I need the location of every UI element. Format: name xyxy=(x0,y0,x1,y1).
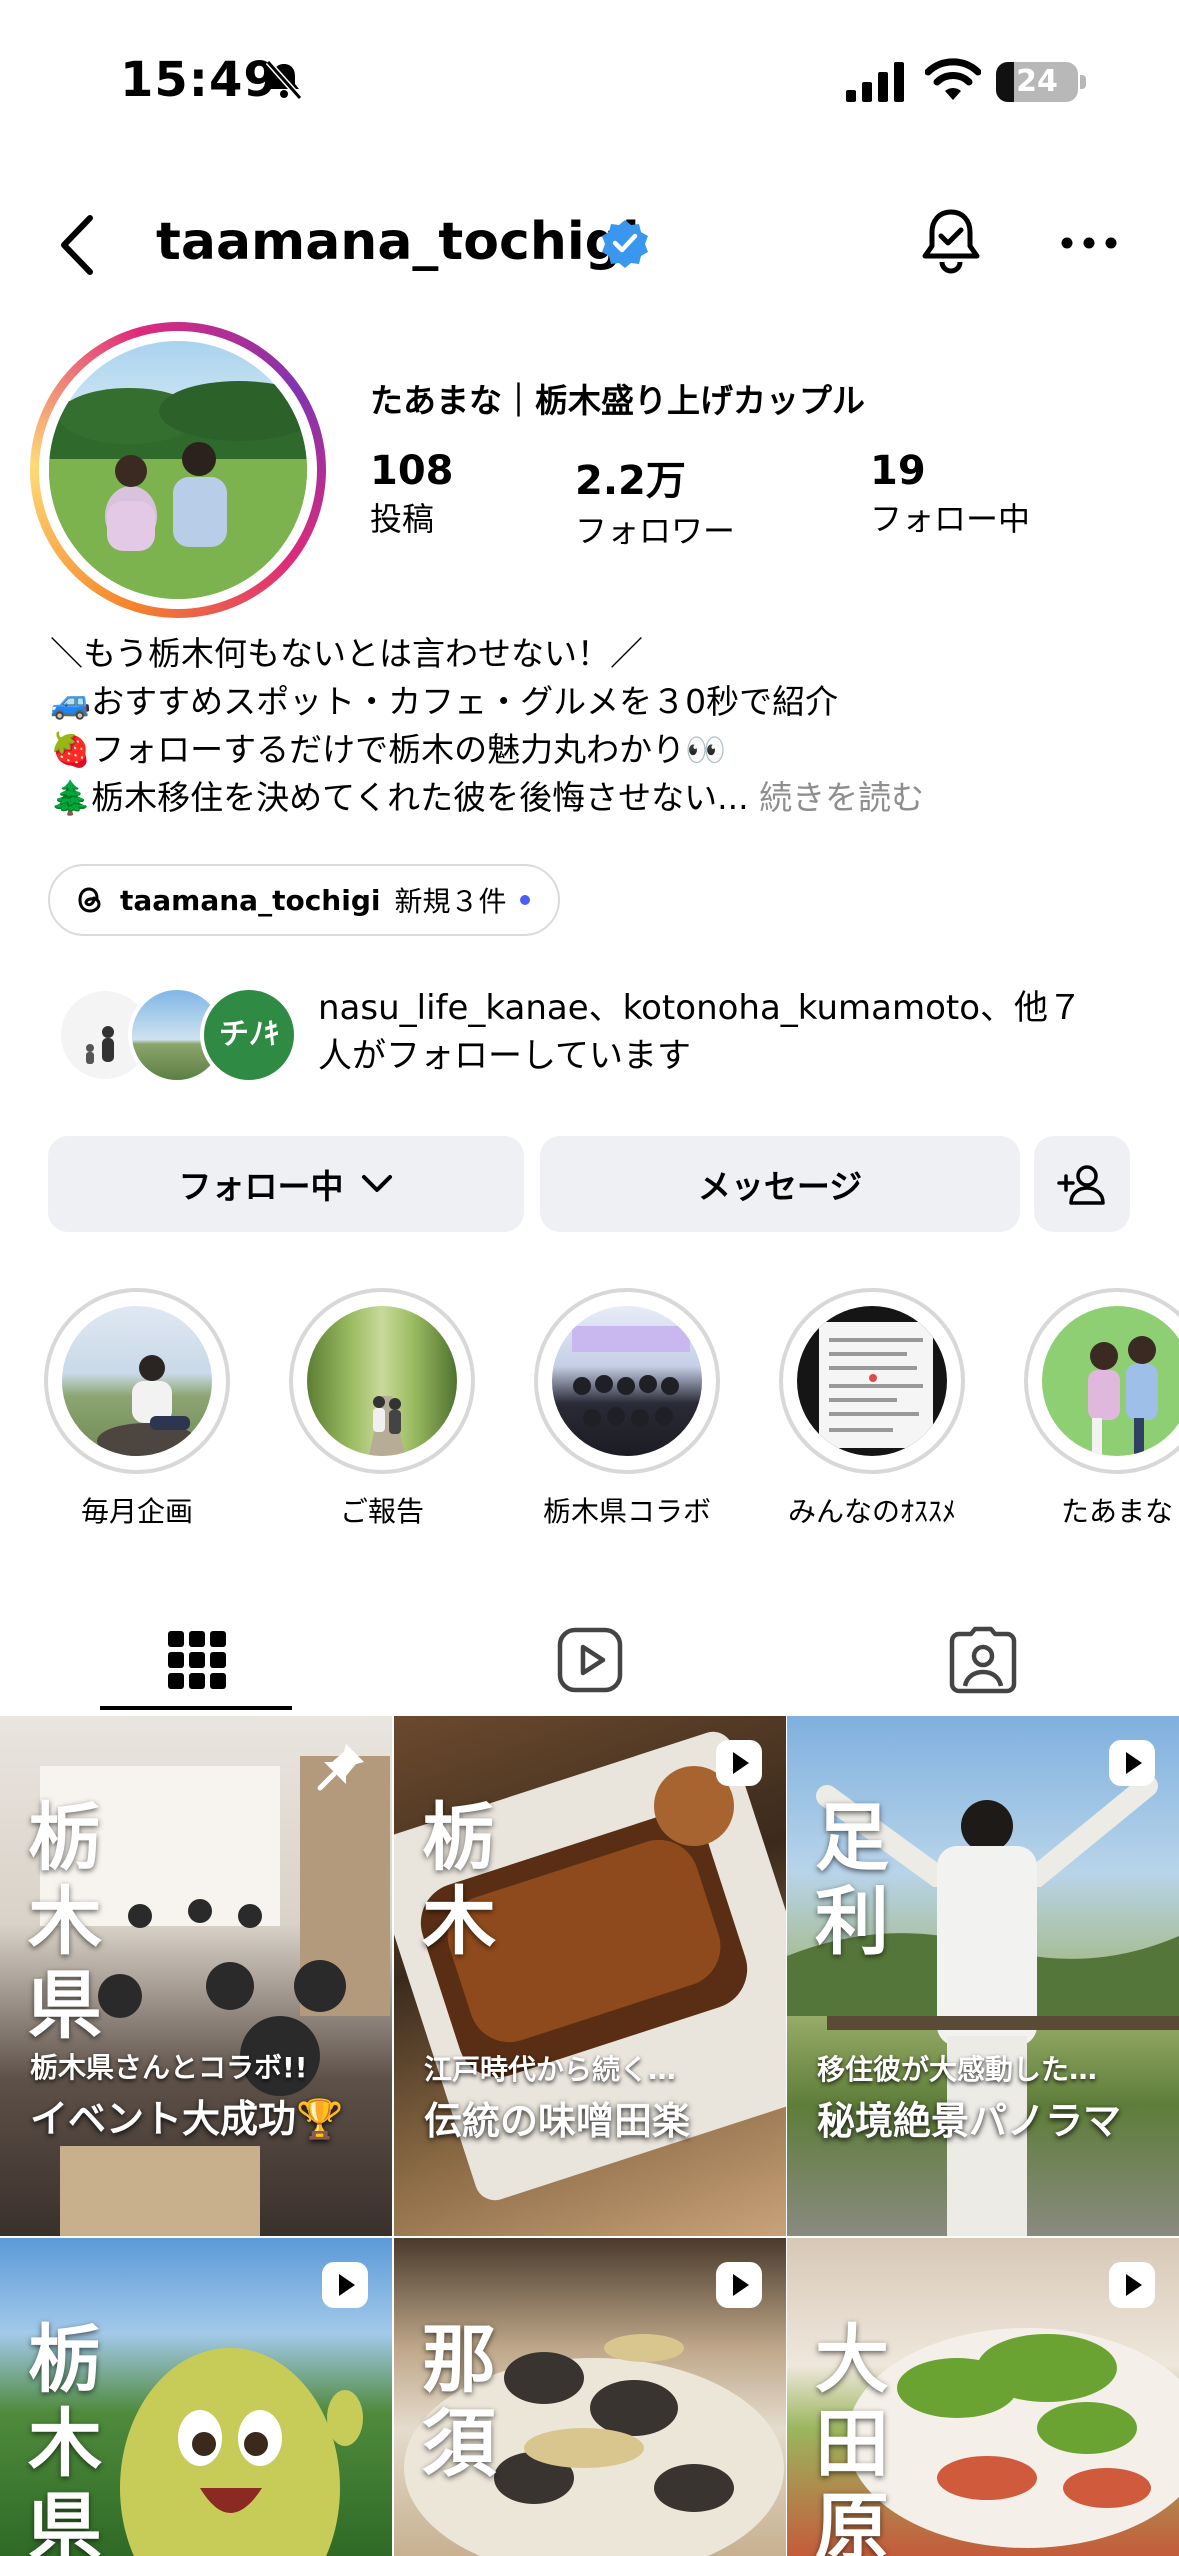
back-arrow-icon[interactable] xyxy=(50,210,110,280)
tile-headline: 栃木県 xyxy=(28,2317,102,2556)
following-stat[interactable]: 19 フォロー中 xyxy=(870,448,1030,540)
tile-headline: 足利 xyxy=(815,1795,889,1965)
battery-level: 24 xyxy=(1016,64,1058,99)
active-tab-indicator xyxy=(100,1706,292,1710)
following-count: 19 xyxy=(870,448,926,494)
post-tile[interactable]: 足利 移住彼が大感動した… 秘境絶景パノラマ xyxy=(787,1716,1179,2236)
notification-bell-icon[interactable] xyxy=(918,206,984,278)
bio-line: ＼もう栃木何もないとは言わせない！／ xyxy=(50,634,644,673)
profile-bio: ＼もう栃木何もないとは言わせない！／ 🚙おすすめスポット・カフェ・グルメを３0秒… xyxy=(50,630,1150,822)
verified-badge-icon xyxy=(602,220,648,268)
mutual-avatar-3: チﾉｷ xyxy=(200,986,298,1084)
highlight-label: たあまな xyxy=(1060,1495,1173,1528)
highlight-item[interactable]: みんなのｵｽｽﾒ xyxy=(777,1288,967,1530)
wifi-icon xyxy=(925,58,981,100)
highlight-cover xyxy=(289,1288,475,1474)
bio-line: 🚙おすすめスポット・カフェ・グルメを３0秒で紹介 xyxy=(50,682,839,721)
profile-username: taamana_tochigi xyxy=(156,212,640,272)
highlight-label: みんなのｵｽｽﾒ xyxy=(787,1495,956,1528)
mutual-followers-line: 人がフォローしています xyxy=(318,1036,691,1076)
posts-stat[interactable]: 108 投稿 xyxy=(370,448,454,540)
cellular-signal-icon xyxy=(846,62,904,102)
followers-label: フォロワー xyxy=(575,512,736,550)
bio-line: 🌲栃木移住を決めてくれた彼を後悔させない... xyxy=(50,778,749,817)
highlight-label: ご報告 xyxy=(339,1495,424,1528)
tab-reels[interactable] xyxy=(393,1610,786,1710)
reel-icon xyxy=(1109,2262,1155,2308)
threads-handle: taamana_tochigi xyxy=(120,883,381,917)
more-options-icon[interactable] xyxy=(1060,236,1118,250)
battery-tip xyxy=(1080,75,1086,89)
battery-indicator: 24 xyxy=(996,62,1078,102)
tile-headline: 栃木県 xyxy=(28,1795,102,2049)
tile-headline: 大田原 xyxy=(815,2317,889,2556)
highlight-label: 毎月企画 xyxy=(80,1495,193,1528)
display-name: たあまな｜栃木盛り上げカップル xyxy=(370,381,865,420)
bell-muted-icon xyxy=(265,60,303,100)
tile-headline: 那須 xyxy=(422,2317,496,2487)
bio-line: 🍓フォローするだけで栃木の魅力丸わかり👀 xyxy=(50,730,727,769)
new-dot xyxy=(520,895,531,905)
followers-stat[interactable]: 2.2万 フォロワー xyxy=(575,448,735,552)
message-button[interactable]: メッセージ xyxy=(540,1136,1020,1232)
add-person-icon xyxy=(1057,1165,1105,1205)
chevron-down-icon xyxy=(361,1175,392,1192)
following-button-label: フォロー中 xyxy=(178,1167,344,1206)
mutual-followers-line: nasu_life_kanae、kotonoha_kumamoto、他７ xyxy=(318,988,1083,1028)
reel-icon xyxy=(716,1740,762,1786)
post-tile[interactable]: 大田原 xyxy=(787,2238,1179,2556)
tile-caption: イベント大成功🏆 xyxy=(30,2097,344,2141)
posts-label: 投稿 xyxy=(370,500,435,538)
highlight-label: 栃木県コラボ xyxy=(542,1495,711,1528)
tile-subtitle: 移住彼が大感動した… xyxy=(817,2053,1098,2086)
following-button[interactable]: フォロー中 xyxy=(48,1136,524,1232)
reels-icon xyxy=(557,1627,622,1693)
threads-link[interactable]: taamana_tochigi 新規３件 xyxy=(48,864,561,936)
avatar-photo xyxy=(49,341,307,599)
highlight-cover xyxy=(44,1288,230,1474)
reel-icon xyxy=(1109,1740,1155,1786)
grid-icon xyxy=(167,1631,226,1689)
reel-icon xyxy=(716,2262,762,2308)
post-tile[interactable]: 栃木県 xyxy=(0,2238,392,2556)
tile-headline: 栃木 xyxy=(422,1795,496,1965)
highlight-cover xyxy=(534,1288,720,1474)
pin-icon xyxy=(317,1744,364,1791)
post-tile[interactable]: 栃木 江戸時代から続く… 伝統の味噌田楽 xyxy=(394,1716,786,2236)
tile-caption: 秘境絶景パノラマ xyxy=(817,2099,1122,2143)
message-button-label: メッセージ xyxy=(697,1167,863,1206)
tile-caption: 伝統の味噌田楽 xyxy=(424,2099,691,2143)
reel-icon xyxy=(322,2262,368,2308)
suggested-users-button[interactable] xyxy=(1034,1136,1130,1232)
following-label: フォロー中 xyxy=(870,500,1031,538)
highlight-item[interactable]: ご報告 xyxy=(287,1288,477,1530)
tab-posts-grid[interactable] xyxy=(0,1610,393,1710)
post-tile[interactable]: 栃木県 栃木県さんとコラボ!! イベント大成功🏆 xyxy=(0,1716,392,2236)
threads-new-badge: 新規３件 xyxy=(394,885,507,918)
highlight-cover xyxy=(779,1288,965,1474)
followers-count: 2.2万 xyxy=(575,458,686,504)
highlight-cover xyxy=(1024,1288,1179,1474)
posts-count: 108 xyxy=(370,448,454,494)
tile-subtitle: 江戸時代から続く… xyxy=(424,2053,677,2086)
mutual-followers-avatars[interactable]: チﾉｷ xyxy=(56,986,306,1086)
threads-icon xyxy=(78,887,101,913)
tile-subtitle: 栃木県さんとコラボ!! xyxy=(30,2051,308,2084)
highlight-item[interactable]: 栃木県コラボ xyxy=(532,1288,722,1530)
post-tile[interactable]: 那須 xyxy=(394,2238,786,2556)
profile-avatar[interactable] xyxy=(30,322,326,618)
status-time: 15:49 xyxy=(120,52,278,108)
mutual-followers-text[interactable]: nasu_life_kanae、kotonoha_kumamoto、他７ 人がフ… xyxy=(318,984,1138,1080)
highlight-item[interactable]: たあまな xyxy=(1022,1288,1179,1530)
tagged-person-icon xyxy=(949,1626,1016,1694)
highlight-item[interactable]: 毎月企画 xyxy=(42,1288,232,1530)
tab-tagged[interactable] xyxy=(786,1610,1179,1710)
bio-more-link[interactable]: 続きを読む xyxy=(759,778,924,817)
